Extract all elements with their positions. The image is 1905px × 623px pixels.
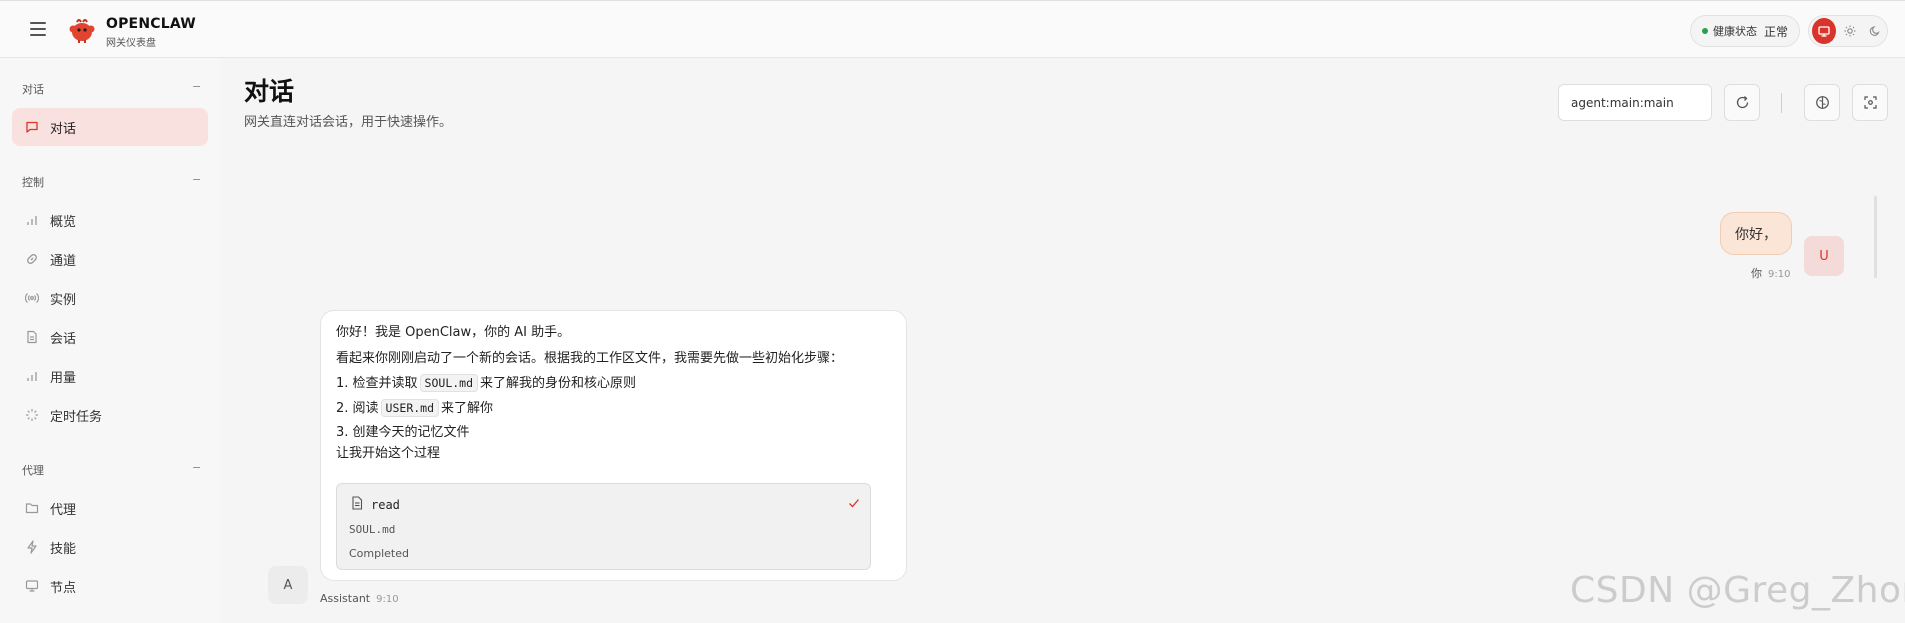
sidebar-item-label: 代理 [50,502,77,518]
brand-subtitle: 网关仪表盘 [106,38,156,49]
sidebar-section-chat-title: 对话 [22,83,44,96]
health-status: 健康状态 正常 [1690,15,1800,47]
sidebar-item-overview[interactable]: 概览 [12,201,208,239]
tool-argument: SOUL.md [349,523,396,536]
sidebar-item-sessions[interactable]: 会话 [12,318,208,356]
monitor-icon [1818,26,1830,37]
lightning-icon [24,539,40,555]
sidebar-item-label: 会话 [50,331,77,347]
sidebar-item-label: 实例 [50,292,77,308]
assistant-line-last: 让我开始这个过程 [336,446,441,461]
status-dot-icon [1702,28,1708,34]
brain-icon [1815,96,1829,109]
link-icon [24,251,40,267]
sidebar-item-cron-jobs[interactable]: 定时任务 [12,396,208,434]
user-message-bubble: 你好， [1720,212,1792,255]
brand-name: OPENCLAW [106,16,196,32]
watermark: CSDN @Greg_Zhong [1570,570,1905,611]
chat-scrollbar[interactable] [1874,196,1877,278]
bar-chart-icon [24,368,40,384]
sidebar-section-agent-title: 代理 [22,464,44,477]
sidebar-item-agents[interactable]: 代理 [12,489,208,527]
collapse-icon[interactable]: − [192,173,201,186]
health-state: 正常 [1764,24,1789,39]
file-icon [352,496,363,510]
user-sender-name: 你 [1751,267,1762,280]
assistant-message-time: 9:10 [376,594,399,605]
health-label: 健康状态 [1713,25,1757,38]
user-message-time: 9:10 [1768,269,1791,280]
sidebar-item-label: 技能 [50,541,77,557]
focus-icon [1863,96,1877,109]
moon-icon [1869,26,1880,36]
menu-icon[interactable] [30,22,46,36]
sidebar-item-skills[interactable]: 技能 [12,528,208,566]
sidebar-item-label: 定时任务 [50,409,103,425]
inline-code: USER.md [380,399,440,417]
assistant-line-intro: 看起来你刚刚启动了一个新的会话。根据我的工作区文件，我需要先做一些初始化步骤： [336,351,844,366]
user-avatar: U [1804,236,1844,276]
loader-icon [24,407,40,423]
sidebar-item-usage[interactable]: 用量 [12,357,208,395]
assistant-step-2: 2. 阅读 USER.md 来了解你 [336,397,494,417]
theme-system-button[interactable] [1812,18,1836,44]
document-icon [24,329,40,345]
page-subtitle: 网关直连对话会话，用于快速操作。 [244,115,453,130]
bar-chart-icon [24,212,40,228]
assistant-message-card: 你好！我是 OpenClaw，你的 AI 助手。 看起来你刚刚启动了一个新的会话… [320,310,907,581]
toolbar-divider [1781,93,1782,113]
step-text: 1. 检查并读取 [336,376,418,391]
focus-mode-button[interactable] [1852,84,1888,121]
assistant-message-meta: Assistant 9:10 [320,592,399,605]
sun-icon [1844,25,1855,37]
sidebar-item-label: 通道 [50,253,77,269]
tool-call-card[interactable]: read SOUL.md Completed [336,483,871,570]
monitor-icon [24,578,40,594]
sidebar-item-channels[interactable]: 通道 [12,240,208,278]
step-text: 来了解我的身份和核心原则 [480,376,637,391]
sidebar-item-instances[interactable]: 实例 [12,279,208,317]
theme-light-button[interactable] [1838,18,1862,44]
sidebar-item-label: 节点 [50,580,77,596]
collapse-icon[interactable]: − [192,461,201,474]
sidebar: 对话 − 对话 控制 − 概览 通道 实例 会话 用量 定时任务 代理 − 代理… [0,58,220,623]
tool-name: read [371,498,400,512]
check-icon [849,499,859,508]
assistant-step-1: 1. 检查并读取 SOUL.md 来了解我的身份和核心原则 [336,372,637,392]
assistant-avatar: A [268,566,308,604]
top-bar: OPENCLAW 网关仪表盘 健康状态 正常 [0,0,1905,58]
sidebar-item-label: 概览 [50,214,77,230]
sidebar-section-control-title: 控制 [22,176,44,189]
session-key-field[interactable]: agent:main:main [1558,84,1712,121]
theme-switch [1808,15,1888,47]
step-text: 来了解你 [441,401,494,416]
assistant-sender-name: Assistant [320,592,371,605]
sidebar-item-chat[interactable]: 对话 [12,108,208,146]
sidebar-item-label: 对话 [50,121,77,137]
page-title: 对话 [244,77,295,106]
openclaw-logo [69,19,95,43]
assistant-line-greeting: 你好！我是 OpenClaw，你的 AI 助手。 [336,325,571,340]
collapse-icon[interactable]: − [192,80,201,93]
thinking-toggle-button[interactable] [1804,84,1840,121]
step-text: 2. 阅读 [336,401,379,416]
refresh-button[interactable] [1724,84,1760,121]
user-message-meta: 你 9:10 [1751,265,1790,281]
theme-dark-button[interactable] [1863,18,1887,44]
radio-icon [24,290,40,306]
folder-icon [24,500,40,516]
assistant-step-3: 3. 创建今天的记忆文件 [336,425,470,440]
sidebar-item-label: 用量 [50,370,77,386]
inline-code: SOUL.md [419,374,479,392]
sidebar-item-nodes[interactable]: 节点 [12,567,208,605]
tool-status: Completed [349,547,409,560]
refresh-icon [1736,96,1748,109]
chat-icon [24,119,40,135]
